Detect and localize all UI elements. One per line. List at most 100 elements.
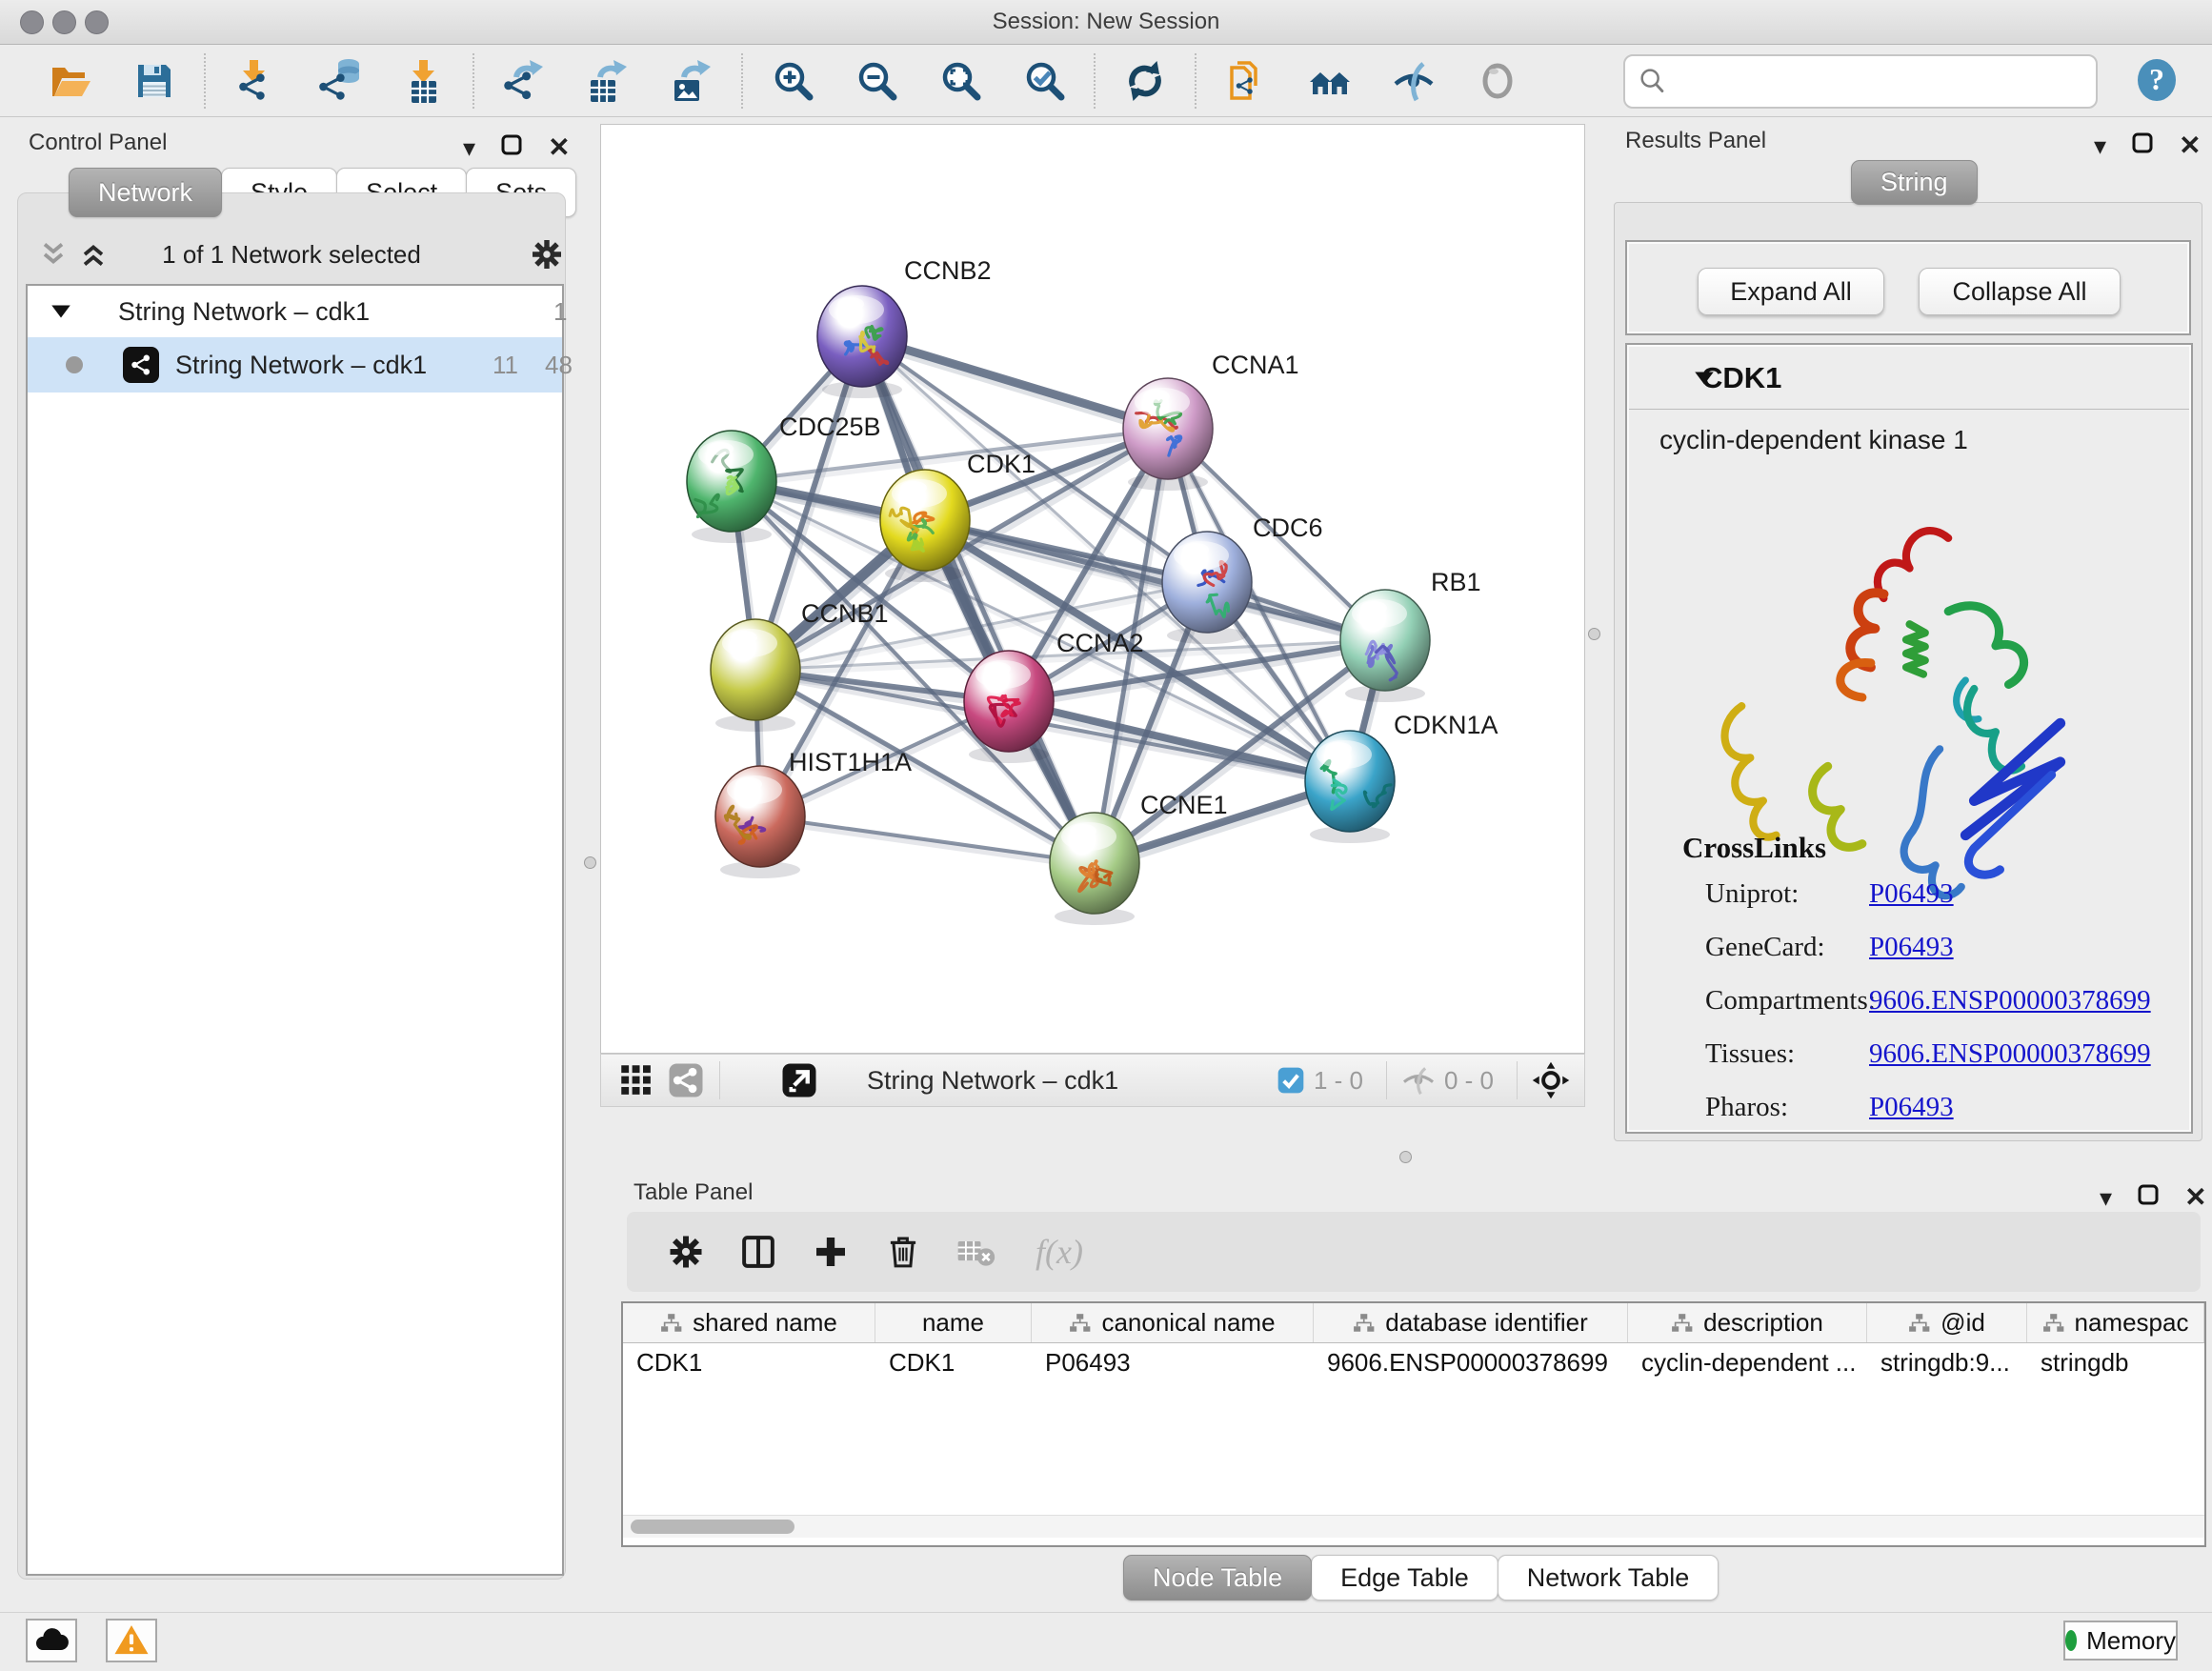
column-type-icon (1353, 1312, 1376, 1335)
network-collection-row[interactable]: String Network – cdk1 1 (28, 286, 562, 337)
memory-button[interactable]: Memory (2063, 1621, 2178, 1661)
birdseye-navigator-icon[interactable] (1531, 1060, 1571, 1100)
hidden-items-eye-icon[interactable] (1400, 1062, 1437, 1098)
zoom-in-button[interactable] (751, 50, 835, 111)
function-builder-button[interactable]: f(x) (1012, 1221, 1107, 1282)
tab-edge-table[interactable]: Edge Table (1311, 1555, 1498, 1601)
import-table-file-button[interactable] (381, 50, 465, 111)
zoom-fit-button[interactable] (918, 50, 1002, 111)
show-columns-button[interactable] (722, 1221, 794, 1282)
table-row[interactable]: CDK1CDK1P064939606.ENSP00000378699cyclin… (623, 1343, 2204, 1381)
column-header-description[interactable]: description (1628, 1303, 1867, 1342)
crosslink-label: GeneCard: (1705, 932, 1865, 963)
separator (1517, 1061, 1518, 1099)
right-splitter-handle[interactable] (1588, 628, 1600, 640)
status-bar: Memory (0, 1612, 2212, 1671)
search-box[interactable] (1623, 54, 2098, 109)
tree-expand-arrow-icon[interactable] (49, 299, 73, 324)
table-options-button[interactable] (650, 1221, 722, 1282)
results-actions-box: Expand All Collapse All (1625, 240, 2191, 335)
network-options-gear-icon[interactable] (528, 235, 566, 273)
hide-panels-button[interactable] (1372, 50, 1456, 111)
import-network-file-button[interactable] (213, 50, 297, 111)
node-RB1[interactable]: RB1 (1340, 568, 1481, 702)
network-view-icon[interactable] (666, 1060, 706, 1100)
network-canvas[interactable]: CCNB2 CCNA1 CDC25B CDK1 CDC6 RB1 (600, 124, 1585, 1054)
bottom-splitter-handle[interactable] (1399, 1151, 1412, 1163)
column-header-database-identifier[interactable]: database identifier (1314, 1303, 1628, 1342)
toolbar-separator (1195, 53, 1196, 109)
separator (719, 1061, 720, 1099)
zoom-out-button[interactable] (835, 50, 918, 111)
export-network-button[interactable] (482, 50, 566, 111)
column-header-@id[interactable]: @id (1867, 1303, 2027, 1342)
edge-count: 48 (545, 351, 573, 380)
network-row-selected[interactable]: String Network – cdk1 11 48 (28, 337, 562, 393)
delete-column-button[interactable] (867, 1221, 939, 1282)
crosslink-link[interactable]: 9606.ENSP00000378699 (1869, 1038, 2151, 1070)
save-session-button[interactable] (112, 50, 196, 111)
help-icon: ? (2134, 57, 2180, 103)
export-image-button[interactable] (650, 50, 734, 111)
collapse-all-button[interactable]: Collapse All (1919, 268, 2121, 315)
crosslink-link[interactable]: P06493 (1869, 878, 1954, 910)
float-panel-icon[interactable]: ▾ (2094, 136, 2106, 155)
crosslink-link[interactable]: P06493 (1869, 1092, 1954, 1123)
show-home-panels-button[interactable] (1288, 50, 1372, 111)
help-button[interactable]: ? (2134, 57, 2180, 106)
import-network-database-icon (316, 58, 362, 104)
hidden-count: 0 - 0 (1444, 1066, 1494, 1096)
tab-network-table[interactable]: Network Table (1498, 1555, 1719, 1601)
zoom-selected-button[interactable] (1002, 50, 1086, 111)
tab-string[interactable]: String (1851, 160, 1978, 205)
expand-all-button[interactable]: Expand All (1698, 268, 1884, 315)
float-panel-icon[interactable]: ▾ (463, 138, 475, 157)
column-label: canonical name (1101, 1308, 1275, 1338)
undock-panel-icon[interactable] (2137, 1183, 2160, 1211)
undock-panel-icon[interactable] (500, 133, 523, 161)
left-splitter-handle[interactable] (584, 856, 596, 869)
grid-view-icon[interactable] (616, 1060, 656, 1100)
crosslink-link[interactable]: 9606.ENSP00000378699 (1869, 985, 2151, 1017)
cloud-status-button[interactable] (26, 1619, 77, 1662)
create-column-button[interactable] (794, 1221, 867, 1282)
close-panel-icon[interactable]: ✕ (2179, 130, 2201, 161)
table-horizontal-scrollbar[interactable] (623, 1515, 2204, 1538)
crosslink-link[interactable]: P06493 (1869, 932, 1954, 963)
section-collapse-arrow-icon[interactable] (1692, 366, 1717, 391)
detach-view-icon[interactable] (779, 1060, 819, 1100)
open-session-button[interactable] (29, 50, 112, 111)
protein-section-header[interactable]: CDK1 (1629, 347, 2189, 410)
column-header-name[interactable]: name (875, 1303, 1032, 1342)
control-panel-controls: ▾ ✕ (463, 131, 571, 163)
column-type-icon (1069, 1312, 1092, 1335)
clone-network-button[interactable] (1204, 50, 1288, 111)
results-panel-title: Results Panel (1625, 128, 1766, 154)
tab-network[interactable]: Network (69, 168, 222, 217)
column-header-namespac[interactable]: namespac (2027, 1303, 2204, 1342)
column-header-shared-name[interactable]: shared name (623, 1303, 875, 1342)
import-network-database-button[interactable] (297, 50, 381, 111)
node-CCNE1[interactable]: CCNE1 (1050, 791, 1228, 925)
node-label-CCNE1: CCNE1 (1140, 791, 1228, 819)
delete-table-button[interactable] (939, 1221, 1012, 1282)
refresh-network-button[interactable] (1103, 50, 1187, 111)
export-table-button[interactable] (566, 50, 650, 111)
tab-node-table[interactable]: Node Table (1123, 1555, 1312, 1601)
warnings-button[interactable] (106, 1619, 157, 1662)
node-label-CCNB1: CCNB1 (801, 599, 889, 628)
selected-items-checkbox-icon[interactable] (1276, 1065, 1306, 1096)
refresh-network-icon (1122, 58, 1168, 104)
scrollbar-thumb[interactable] (631, 1520, 794, 1534)
node-CDKN1A[interactable]: CDKN1A (1305, 711, 1498, 843)
search-input[interactable] (1669, 67, 2079, 96)
network-graph[interactable]: CCNB2 CCNA1 CDC25B CDK1 CDC6 RB1 (601, 125, 1586, 1055)
table-panel-tabs: Node TableEdge TableNetwork Table (1124, 1555, 1719, 1601)
birdseye-toggle-button[interactable] (1456, 50, 1539, 111)
float-panel-icon[interactable]: ▾ (2100, 1188, 2112, 1207)
undock-panel-icon[interactable] (2131, 131, 2154, 159)
close-panel-icon[interactable]: ✕ (548, 131, 570, 163)
close-panel-icon[interactable]: ✕ (2184, 1181, 2206, 1213)
column-header-canonical-name[interactable]: canonical name (1032, 1303, 1314, 1342)
node-HIST1H1A[interactable]: HIST1H1A (715, 748, 912, 878)
